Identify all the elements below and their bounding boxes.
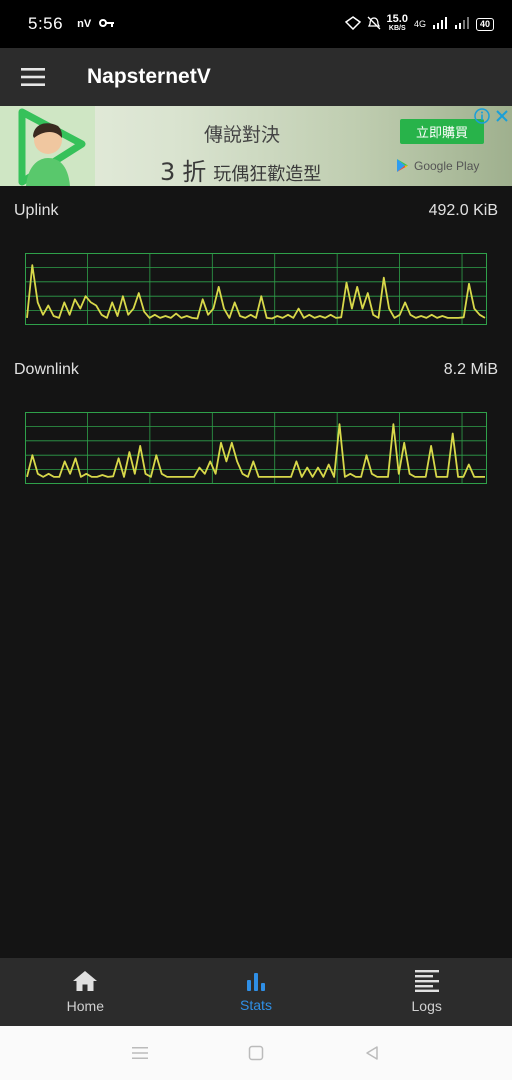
downlink-label: Downlink — [14, 361, 79, 378]
nav-logs[interactable]: Logs — [341, 958, 512, 1026]
ad-sub-number: 3 — [160, 158, 176, 186]
ad-headline: 傳說對決 — [204, 124, 281, 146]
home-icon — [73, 971, 98, 991]
uplink-row: Uplink 492.0 KiB — [14, 202, 498, 220]
ad-cta-button[interactable]: 立即購買 — [400, 119, 484, 144]
signal-icon-2 — [454, 17, 470, 31]
ad-banner[interactable]: 傳說對決 3 折 玩偶狂歡造型 立即購買 Google Play — [0, 106, 512, 186]
google-play-badge: Google Play — [396, 158, 479, 173]
ad-choices — [474, 108, 510, 124]
ad-subline: 3 折 玩偶狂歡造型 — [160, 152, 321, 186]
back-triangle-icon[interactable] — [360, 1041, 384, 1065]
uplink-label: Uplink — [14, 202, 59, 219]
net-speed-unit: KB/S — [388, 25, 406, 32]
system-navigation-bar — [0, 1026, 512, 1080]
nav-stats[interactable]: Stats — [171, 958, 342, 1026]
status-left-icons: nV — [77, 18, 115, 31]
uplink-graph-border — [25, 253, 487, 325]
battery-icon: 40 — [475, 17, 494, 31]
google-play-label: Google Play — [414, 158, 480, 173]
nav-home[interactable]: Home — [0, 958, 171, 1026]
nav-logs-label: Logs — [411, 998, 442, 1014]
screen: 5:56 nV 15.0 KB/S 4G 40 NapsternetV 傳說對決… — [0, 0, 512, 1080]
ad-info-icon[interactable] — [474, 108, 490, 124]
network-type: 4G — [413, 19, 426, 29]
mute-bell-icon — [367, 16, 381, 32]
downlink-graph-border — [25, 412, 487, 484]
ad-character-image — [0, 106, 95, 186]
hamburger-menu-button[interactable] — [0, 48, 66, 106]
status-right-icons: 15.0 KB/S 4G 40 — [344, 13, 494, 33]
bottom-navigation: Home Stats Logs — [0, 958, 512, 1026]
downlink-graph — [25, 412, 487, 484]
nav-stats-label: Stats — [240, 997, 272, 1013]
nav-home-label: Home — [66, 998, 105, 1014]
hamburger-menu-icon — [21, 68, 45, 86]
home-square-icon[interactable] — [244, 1041, 268, 1065]
status-bar: 5:56 nV 15.0 KB/S 4G 40 — [0, 0, 512, 48]
vpn-icon — [344, 16, 361, 32]
downlink-value: 8.2 MiB — [443, 361, 498, 378]
uplink-graph — [25, 253, 487, 325]
recents-icon[interactable] — [128, 1041, 152, 1065]
app-bar: NapsternetV — [0, 48, 512, 106]
app-title: NapsternetV — [87, 65, 211, 88]
signal-icon — [432, 17, 448, 31]
bar-chart-icon — [247, 973, 265, 991]
key-icon — [99, 18, 115, 31]
status-time: 5:56 — [28, 14, 64, 33]
net-speed: 15.0 KB/S — [386, 13, 408, 33]
list-icon — [414, 970, 439, 992]
downlink-graph-line — [26, 423, 485, 478]
ad-sub-big: 折 — [182, 158, 207, 186]
ad-sub-small: 玩偶狂歡造型 — [213, 164, 322, 185]
net-speed-value: 15.0 — [386, 13, 408, 25]
downlink-row: Downlink 8.2 MiB — [14, 361, 498, 379]
google-play-icon — [397, 159, 408, 172]
ad-close-icon[interactable] — [494, 108, 510, 124]
nv-icon: nV — [77, 18, 92, 30]
uplink-value: 492.0 KiB — [428, 202, 498, 219]
